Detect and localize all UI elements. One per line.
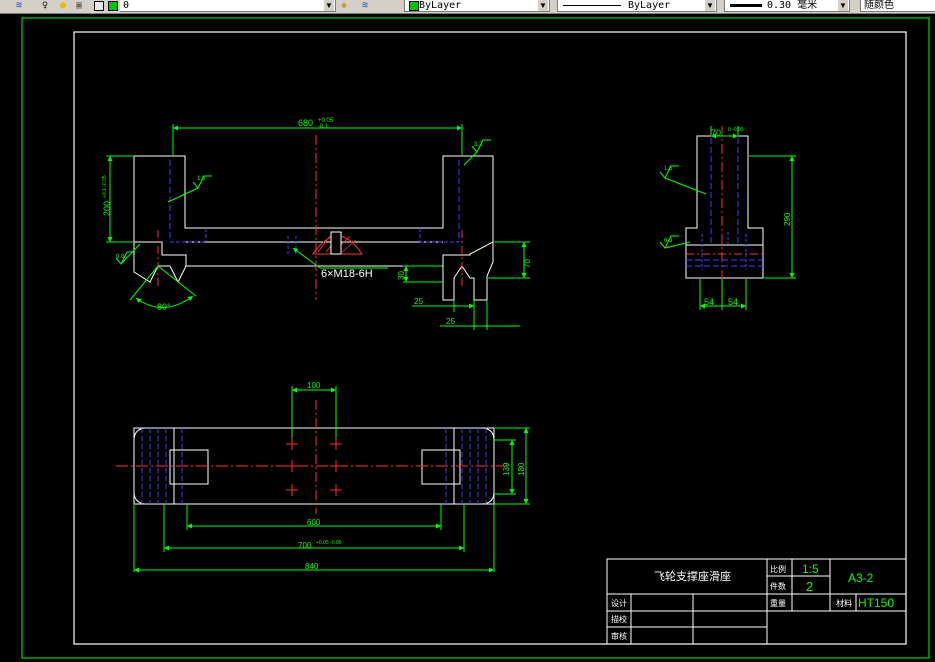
svg-text:审核: 审核	[611, 631, 627, 641]
sun-icon[interactable]: ●	[60, 0, 66, 12]
svg-text:30: 30	[397, 271, 406, 280]
svg-text:700: 700	[298, 541, 312, 550]
layer-manager-icon[interactable]: ≋	[16, 0, 22, 12]
front-body-outline	[133, 155, 494, 267]
color-swatch-icon	[409, 1, 419, 11]
svg-text:设计: 设计	[611, 598, 627, 608]
side-view: 70 0 -0.05 290 1.6 6.3 54 54	[659, 126, 796, 310]
svg-text:0 -0.05: 0 -0.05	[728, 127, 744, 133]
svg-text:6.3: 6.3	[664, 238, 673, 244]
side-body-outline	[685, 135, 764, 279]
svg-text:+0.1 -0.05: +0.1 -0.05	[102, 175, 108, 198]
color-dropdown[interactable]: ByLayer ▼	[404, 0, 550, 12]
part-name: 飞轮支撑座滑座	[654, 569, 731, 583]
sheet-inner-border	[73, 31, 907, 645]
chevron-down-icon[interactable]: ▼	[538, 0, 548, 11]
lineweight-sample	[730, 4, 762, 7]
svg-text:290: 290	[783, 212, 792, 226]
thread-callout: 6×M18-6H	[321, 268, 373, 280]
layer-color-white-icon	[94, 1, 104, 11]
lock-icon[interactable]: ▣	[76, 0, 82, 12]
svg-text:25: 25	[446, 317, 455, 326]
svg-text:840: 840	[305, 562, 319, 571]
threaded-hole-section	[330, 231, 342, 255]
layer-dropdown[interactable]: 0 ▼	[120, 0, 336, 12]
layer-previous-icon[interactable]: ≋	[362, 0, 368, 12]
layer-color-green-icon	[108, 1, 118, 11]
lineweight-dropdown[interactable]: 0.30 毫米 ▼	[724, 0, 850, 12]
top-view: 100 139 180 600 700 +0.05 -0.05 840	[116, 381, 530, 573]
svg-text:件数: 件数	[770, 581, 786, 591]
svg-text:3.2: 3.2	[474, 142, 483, 148]
drawing-canvas[interactable]: 680 +0.05 -0.1 200 +0.1 -0.05 1.6 3.2 0.…	[0, 14, 935, 662]
svg-text:54: 54	[704, 297, 714, 307]
svg-text:70: 70	[523, 259, 532, 268]
svg-text:1.6: 1.6	[664, 166, 673, 172]
svg-text:1.6: 1.6	[197, 176, 206, 182]
svg-text:+0.05 -0.05: +0.05 -0.05	[316, 540, 342, 546]
svg-text:-0.1: -0.1	[318, 124, 329, 130]
chevron-down-icon[interactable]: ▼	[705, 0, 715, 11]
plotstyle-dropdown-value: 随颜色	[864, 0, 894, 11]
svg-text:80°: 80°	[157, 302, 171, 312]
svg-text:54: 54	[728, 297, 738, 307]
svg-text:100: 100	[307, 381, 321, 390]
sheet-outer-border	[21, 17, 930, 659]
lineweight-dropdown-value: 0.30 毫米	[767, 0, 818, 11]
color-dropdown-value: ByLayer	[419, 0, 462, 11]
svg-text:25: 25	[414, 297, 423, 306]
left-slot	[169, 449, 209, 485]
svg-text:比例: 比例	[770, 564, 786, 574]
linetype-sample	[563, 5, 621, 6]
front-view: 680 +0.05 -0.1 200 +0.1 -0.05 1.6 3.2 0.…	[102, 118, 532, 330]
svg-text:139: 139	[502, 462, 511, 476]
plotstyle-dropdown[interactable]: 随颜色	[860, 0, 935, 12]
material-value: HT150	[858, 596, 894, 610]
dim-680-text: 680	[298, 118, 313, 128]
linetype-dropdown[interactable]: ByLayer ▼	[557, 0, 717, 12]
drawing-number: A3-2	[848, 571, 874, 585]
dim-200-text: 200	[102, 201, 112, 216]
svg-text:0.8: 0.8	[116, 254, 125, 260]
layer-dropdown-value: 0	[123, 0, 130, 11]
make-layer-current-icon[interactable]: ◈	[341, 0, 347, 12]
right-vee-slot	[442, 242, 494, 301]
svg-text:600: 600	[307, 518, 321, 527]
svg-text:重量: 重量	[770, 598, 786, 608]
properties-toolbar: ≋ ♀ ● ▣ 0 ▼ ◈ ≋ ByLayer ▼ ByLayer ▼ 0.30…	[0, 0, 935, 14]
chevron-down-icon[interactable]: ▼	[838, 0, 848, 11]
svg-text:材料: 材料	[836, 598, 852, 608]
svg-text:描校: 描校	[611, 614, 627, 624]
left-vee-slot	[133, 241, 187, 284]
linetype-dropdown-value: ByLayer	[628, 0, 671, 11]
svg-text:70: 70	[711, 128, 721, 138]
svg-text:180: 180	[517, 462, 526, 476]
lightbulb-icon[interactable]: ♀	[42, 0, 48, 12]
bolt-hole-markers	[286, 438, 342, 496]
qty-value: 2	[806, 579, 813, 594]
hidden-slot-lines	[141, 428, 487, 504]
scale-value: 1:5	[802, 562, 819, 576]
chevron-down-icon[interactable]: ▼	[324, 0, 334, 11]
